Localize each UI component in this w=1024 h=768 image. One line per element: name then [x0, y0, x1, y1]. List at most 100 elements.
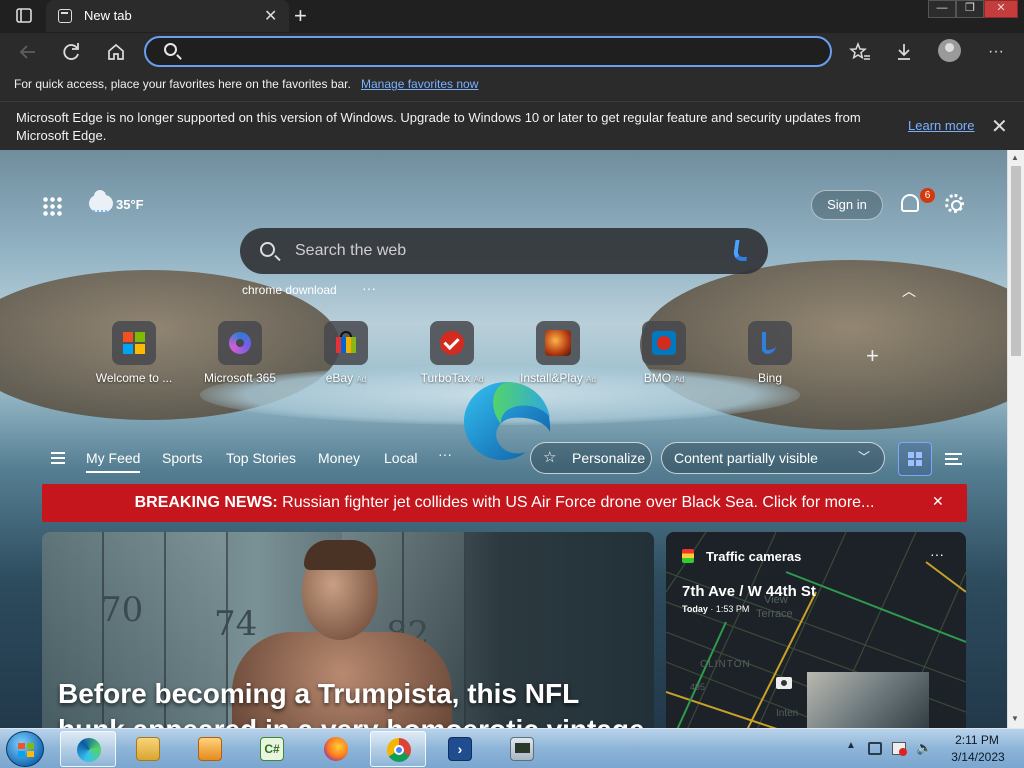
taskbar-app[interactable] — [370, 731, 426, 767]
breaking-news-close-icon[interactable]: ✕ — [932, 493, 944, 510]
feed-tab-sports[interactable]: Sports — [162, 450, 202, 466]
collapse-chevron-up-icon[interactable]: ︿ — [902, 281, 916, 301]
content-visibility-dropdown[interactable]: Content partially visible ﹀ — [661, 442, 885, 474]
taskbar-app[interactable] — [494, 731, 550, 767]
traffic-street: 7th Ave / W 44th St — [682, 583, 816, 600]
quick-link-tile[interactable] — [218, 321, 262, 365]
quick-link-tile[interactable] — [536, 321, 580, 365]
search-placeholder[interactable]: Search the web — [295, 242, 406, 260]
quick-link-label[interactable]: eBay Ad — [291, 371, 401, 385]
breaking-news-banner[interactable]: BREAKING NEWS: Russian fighter jet colli… — [42, 484, 967, 522]
volume-speaker-icon[interactable]: 🔈 — [916, 740, 932, 755]
network-icon[interactable] — [868, 742, 882, 755]
feed-tab-my-feed[interactable]: My Feed — [86, 450, 141, 473]
scroll-down-arrow-icon[interactable]: ▼ — [1011, 714, 1019, 723]
feed-tab-local[interactable]: Local — [384, 450, 417, 466]
weather-temperature[interactable]: 35°F — [116, 197, 144, 212]
quick-link-label[interactable]: Microsoft 365 — [185, 371, 295, 385]
notifications-bell-icon[interactable] — [901, 194, 919, 212]
web-search-box[interactable]: Search the web — [240, 228, 768, 274]
favorites-icon[interactable] — [847, 39, 873, 65]
quick-link-tile[interactable] — [748, 321, 792, 365]
camera-icon[interactable] — [776, 677, 792, 689]
feed-more-icon[interactable]: ··· — [438, 446, 452, 462]
minimize-button[interactable]: — — [928, 0, 956, 18]
quick-link-tile[interactable] — [112, 321, 156, 365]
tab-title: New tab — [84, 8, 132, 23]
manage-favorites-link[interactable]: Manage favorites now — [361, 77, 478, 91]
microsoft-icon — [123, 332, 145, 354]
quick-link-label[interactable]: Welcome to ... — [79, 371, 189, 385]
search-icon — [260, 242, 275, 257]
hero-news-card[interactable]: 70 74 82 Before becoming a Trumpista, th… — [42, 532, 654, 728]
quick-link-tile[interactable] — [642, 321, 686, 365]
firefox-icon — [324, 737, 348, 761]
list-layout-icon[interactable] — [945, 453, 962, 465]
map-label: CLINTON — [700, 659, 751, 670]
profile-avatar[interactable] — [938, 39, 961, 62]
bing-chat-icon[interactable] — [732, 240, 750, 261]
feed-navigation: My Feed Sports Top Stories Money Local ·… — [42, 442, 967, 476]
start-button[interactable] — [6, 731, 44, 767]
notice-close-icon[interactable]: ✕ — [991, 114, 1008, 139]
maximize-button[interactable]: ❐ — [956, 0, 984, 18]
locker-number: 74 — [214, 604, 258, 644]
taskbar-app[interactable]: C# — [244, 731, 300, 767]
grid-layout-icon[interactable] — [898, 442, 932, 476]
tab-actions-icon[interactable] — [12, 7, 36, 25]
browser-tab[interactable]: New tab ✕ — [46, 0, 289, 32]
traffic-timestamp: Today · 1:53 PM — [682, 604, 750, 614]
add-quick-link-button[interactable]: + — [866, 343, 879, 369]
taskbar-app[interactable] — [60, 731, 116, 767]
close-window-button[interactable]: ✕ — [984, 0, 1018, 18]
media-player-icon — [198, 737, 222, 761]
new-tab-button[interactable]: + — [294, 3, 307, 29]
bing-icon — [762, 332, 776, 354]
personalize-button[interactable]: ☆ Personalize — [530, 442, 652, 474]
more-menu-icon[interactable]: ··· — [983, 39, 1009, 65]
file-explorer-icon — [136, 737, 160, 761]
turbotax-icon — [440, 331, 464, 355]
clock-time[interactable]: 2:11 PM — [952, 733, 1002, 747]
hero-headline[interactable]: Before becoming a Trumpista, this NFL hu… — [58, 676, 648, 728]
action-center-flag-icon[interactable] — [892, 742, 907, 756]
quick-link-tile[interactable] — [324, 321, 368, 365]
scroll-thumb[interactable] — [1011, 166, 1021, 356]
powershell-icon: › — [448, 737, 472, 761]
taskbar-app[interactable] — [120, 731, 176, 767]
title-bar: New tab ✕ + — ❐ ✕ — [0, 0, 1024, 33]
page-scrollbar[interactable]: ▲ ▼ — [1007, 150, 1024, 728]
quick-link-label[interactable]: Bing — [715, 371, 825, 385]
taskbar-app[interactable]: › — [432, 731, 488, 767]
taskbar-app[interactable] — [308, 731, 364, 767]
traffic-cameras-card[interactable]: View Terrace CLINTON 495 Inten Traffic c… — [666, 532, 966, 728]
refresh-icon[interactable] — [58, 39, 84, 65]
quick-link-tile[interactable] — [430, 321, 474, 365]
microsoft-edge-icon — [77, 738, 101, 762]
breaking-news-text[interactable]: BREAKING NEWS: Russian fighter jet colli… — [42, 494, 967, 512]
microsoft-365-icon — [229, 332, 251, 354]
feed-tab-top-stories[interactable]: Top Stories — [226, 450, 296, 466]
app-launcher-icon[interactable] — [42, 196, 62, 216]
tab-close-icon[interactable]: ✕ — [264, 6, 277, 26]
quick-link-label[interactable]: BMO Ad — [609, 371, 719, 385]
settings-gear-icon[interactable] — [945, 194, 964, 213]
feed-tab-money[interactable]: Money — [318, 450, 360, 466]
taskbar-app[interactable] — [182, 731, 238, 767]
suggestion-more-icon[interactable]: ··· — [362, 280, 376, 296]
back-arrow-icon[interactable] — [15, 39, 41, 65]
downloads-icon[interactable] — [891, 39, 917, 65]
address-bar[interactable] — [144, 36, 832, 67]
search-suggestion[interactable]: chrome download — [242, 283, 337, 297]
map-label: 495 — [690, 682, 706, 692]
home-icon[interactable] — [103, 39, 129, 65]
camera-snapshot[interactable] — [807, 672, 929, 728]
traffic-more-icon[interactable]: ··· — [930, 546, 944, 562]
learn-more-link[interactable]: Learn more — [908, 118, 974, 133]
show-hidden-icons-chevron-icon[interactable]: ▲ — [846, 740, 856, 751]
scroll-up-arrow-icon[interactable]: ▲ — [1011, 153, 1019, 162]
weather-rain-cloud-icon[interactable] — [89, 190, 113, 212]
feed-menu-hamburger-icon[interactable] — [51, 452, 65, 464]
clock-date[interactable]: 3/14/2023 — [948, 750, 1008, 764]
sign-in-button[interactable]: Sign in — [811, 190, 883, 220]
